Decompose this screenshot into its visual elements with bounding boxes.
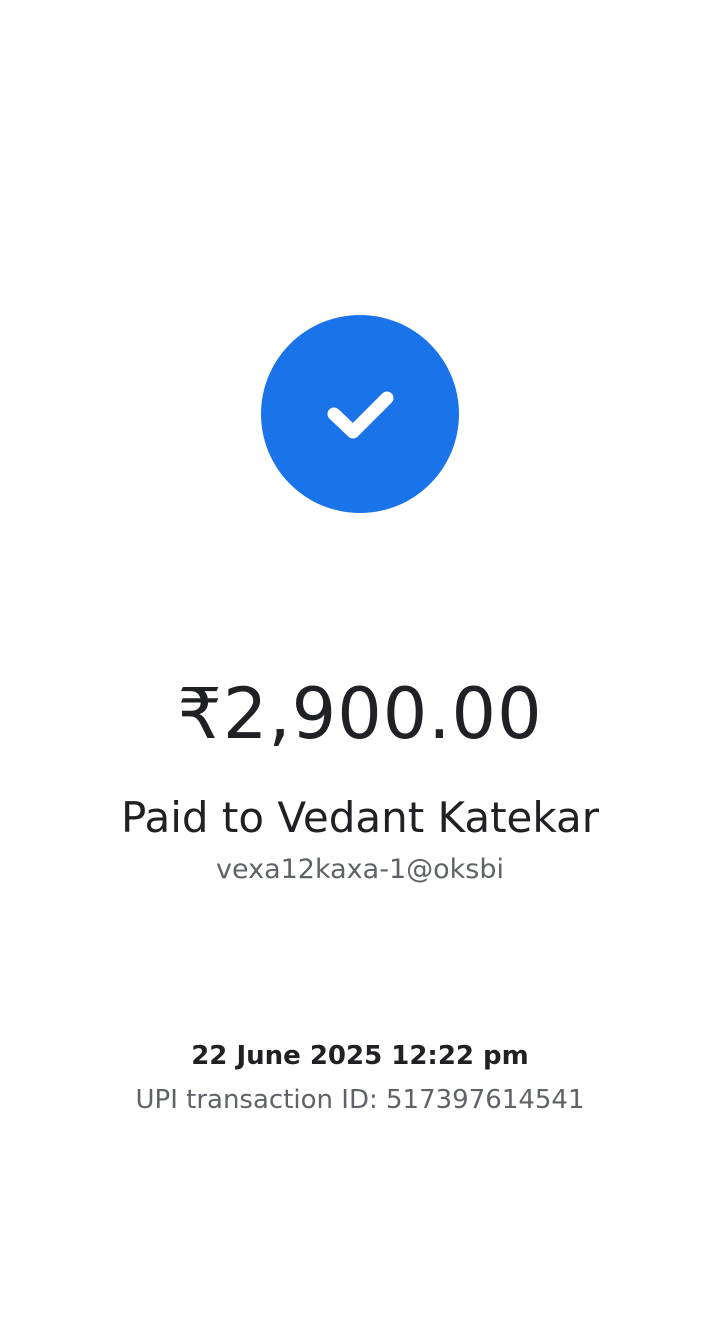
success-indicator (261, 315, 459, 513)
transaction-id: UPI transaction ID: 517397614541 (135, 1085, 585, 1115)
transaction-datetime: 22 June 2025 12:22 pm (191, 1041, 529, 1071)
payee-upi-id: vexa12kaxa-1@oksbi (215, 854, 504, 885)
payee-name: Paid to Vedant Katekar (121, 793, 599, 842)
payment-amount: ₹2,900.00 (177, 673, 543, 755)
check-icon (327, 391, 394, 439)
